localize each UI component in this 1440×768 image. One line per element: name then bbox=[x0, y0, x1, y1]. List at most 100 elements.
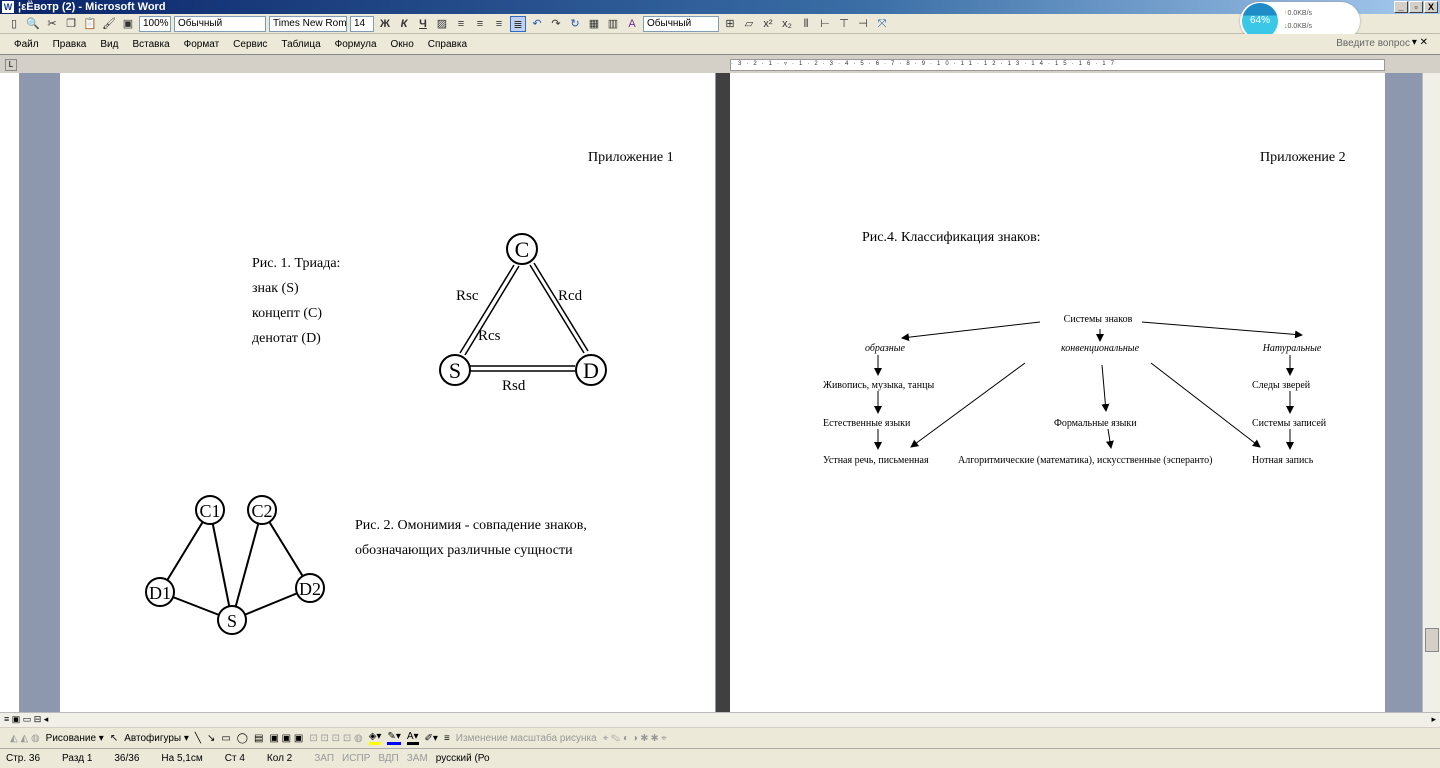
arrow-icon[interactable]: ↘ bbox=[207, 733, 215, 744]
borders-icon[interactable]: ⊞ bbox=[722, 16, 738, 32]
highlight-icon[interactable]: ✐▾ bbox=[425, 733, 438, 744]
node-c2: C2 bbox=[251, 501, 272, 521]
menu-file[interactable]: Файл bbox=[14, 39, 39, 50]
styles-icon[interactable]: A bbox=[624, 16, 640, 32]
classification-tree: Системы знаков образные конвенциональные… bbox=[823, 314, 1327, 466]
clipart-icon[interactable]: ▣ ▣ ▣ bbox=[269, 733, 303, 744]
print-preview-icon[interactable]: 🔍 bbox=[25, 16, 41, 32]
paste-icon[interactable]: 📋 bbox=[82, 16, 98, 32]
redo-icon[interactable]: ↷ bbox=[548, 16, 564, 32]
drawing-toolbar: ◭ ◭ ◍ Рисование ▾ ↖ Автофигуры ▾ ╲ ↘ ▭ ◯… bbox=[0, 728, 1440, 748]
bold-button[interactable]: Ж bbox=[377, 16, 393, 32]
copy-icon[interactable]: ❐ bbox=[63, 16, 79, 32]
align-left-icon[interactable]: ≡ bbox=[453, 16, 469, 32]
tab-icon[interactable]: ⫴ bbox=[798, 16, 814, 32]
status-rec[interactable]: ЗАП bbox=[314, 753, 334, 764]
filter-icon[interactable]: ⊤ bbox=[836, 16, 852, 32]
close-icon[interactable]: ▾ ✕ bbox=[1412, 37, 1428, 48]
textbox-icon[interactable]: ▤ bbox=[254, 733, 263, 744]
rectangle-icon[interactable]: ▭ bbox=[221, 733, 230, 744]
horizontal-scrollbar[interactable]: ≡ ▣ ▭ ⊟ ◂ ▸ bbox=[0, 712, 1440, 727]
line-color-icon[interactable]: ✎▾ bbox=[387, 731, 401, 745]
format-painter-icon[interactable]: 🖌 bbox=[101, 16, 117, 32]
picture-scale-button[interactable]: Изменение масштаба рисунка bbox=[456, 733, 597, 744]
status-trk[interactable]: ИСПР bbox=[342, 753, 370, 764]
status-line: Ст 4 bbox=[224, 753, 245, 764]
tree-item: Живопись, музыка, танцы bbox=[823, 380, 934, 391]
font-color-icon[interactable]: A▾ bbox=[406, 731, 419, 745]
undo-icon[interactable]: ↶ bbox=[529, 16, 545, 32]
refresh-icon[interactable]: ↻ bbox=[567, 16, 583, 32]
font-select[interactable]: Times New Roman bbox=[269, 15, 347, 32]
scroll-thumb[interactable] bbox=[1425, 628, 1439, 652]
drawing-icon[interactable]: ▣ bbox=[120, 16, 136, 32]
oval-icon[interactable]: ◯ bbox=[237, 733, 248, 744]
window-split-bar[interactable] bbox=[716, 73, 730, 712]
status-ovr[interactable]: ЗАМ bbox=[407, 753, 428, 764]
status-ext[interactable]: ВДП bbox=[378, 753, 398, 764]
menu-edit[interactable]: Правка bbox=[53, 39, 87, 50]
fig1-caption: Рис. 1. Триада: знак (S) концепт (C) денота… bbox=[252, 256, 341, 346]
fit-icon[interactable]: ⤧ bbox=[874, 16, 890, 32]
indent-icon[interactable]: ⊢ bbox=[817, 16, 833, 32]
justify-icon[interactable]: ≣ bbox=[510, 15, 526, 32]
subscript-icon[interactable]: x₂ bbox=[779, 16, 795, 32]
zoom-select[interactable]: 100% bbox=[139, 15, 171, 32]
menu-view[interactable]: Вид bbox=[100, 39, 118, 50]
triad-diagram: C S D Rsc Rcd Rcs Rsd bbox=[439, 233, 607, 394]
picture-tools-icon[interactable]: ⌖ ✎ ◐ ◑ ✱ ✱ ⌖ bbox=[603, 733, 667, 744]
standard-toolbar: ▯ 🔍 ✂ ❐ 📋 🖌 ▣ 100% Обычный Times New Rom… bbox=[0, 14, 1440, 34]
underline-button[interactable]: Ч bbox=[415, 16, 431, 32]
tab-selector[interactable]: L bbox=[5, 59, 17, 71]
page-right[interactable]: Приложение 2 Рис.4. Классификация знаков… bbox=[730, 73, 1385, 712]
autoshapes-menu[interactable]: Автофигуры ▾ bbox=[124, 733, 189, 744]
cut-icon[interactable]: ✂ bbox=[44, 16, 60, 32]
table-icon[interactable]: ▦ bbox=[586, 16, 602, 32]
menu-formula[interactable]: Формула bbox=[335, 39, 377, 50]
columns-icon[interactable]: ▥ bbox=[605, 16, 621, 32]
horizontal-ruler[interactable]: L ·3·2·1·▿·1·2·3·4·5·6·7·8·9·10·11·12·13… bbox=[0, 57, 1440, 73]
insert-picture-icon[interactable]: ▨ bbox=[434, 16, 450, 32]
vertical-scrollbar[interactable] bbox=[1422, 73, 1440, 712]
align-right-icon[interactable]: ≡ bbox=[491, 16, 507, 32]
menu-help[interactable]: Справка bbox=[428, 39, 467, 50]
style-select[interactable]: Обычный bbox=[174, 15, 266, 32]
close-button[interactable]: X bbox=[1424, 1, 1438, 13]
page-left[interactable]: Приложение 1 Рис. 1. Триада: знак (S) конц… bbox=[60, 73, 715, 712]
node-c1: C1 bbox=[199, 501, 220, 521]
drawing-menu[interactable]: Рисование ▾ bbox=[46, 733, 104, 744]
menu-tools[interactable]: Сервис bbox=[233, 39, 267, 50]
rotate-icon[interactable]: ◭ ◭ ◍ bbox=[10, 733, 40, 744]
restore-button[interactable]: ▫ bbox=[1409, 1, 1423, 13]
document-area: Приложение 1 Рис. 1. Триада: знак (S) конц… bbox=[20, 73, 1422, 712]
scroll-right-icon[interactable]: ▸ bbox=[1431, 714, 1436, 725]
select-objects-icon[interactable]: ↖ bbox=[110, 733, 118, 744]
minimize-button[interactable]: _ bbox=[1394, 1, 1408, 13]
style2-select[interactable]: Обычный bbox=[643, 15, 719, 32]
shading-icon[interactable]: ▱ bbox=[741, 16, 757, 32]
superscript-icon[interactable]: x² bbox=[760, 16, 776, 32]
vertical-ruler[interactable] bbox=[0, 73, 20, 713]
align-center-icon[interactable]: ≡ bbox=[472, 16, 488, 32]
italic-button[interactable]: К bbox=[396, 16, 412, 32]
tree-item: Алгоритмические (математика), искусствен… bbox=[958, 455, 1212, 466]
menu-format[interactable]: Формат bbox=[184, 39, 220, 50]
menu-table[interactable]: Таблица bbox=[281, 39, 320, 50]
node-d2: D2 bbox=[299, 579, 321, 599]
branch-natural: Натуральные bbox=[1262, 343, 1322, 354]
new-icon[interactable]: ▯ bbox=[6, 16, 22, 32]
help-search-input[interactable]: Введите вопрос bbox=[1336, 38, 1410, 49]
line-style-icon[interactable]: ≡ bbox=[444, 733, 450, 744]
status-pages: 36/36 bbox=[114, 753, 140, 764]
fill-color-icon[interactable]: ◈▾ bbox=[368, 731, 382, 745]
outdent-icon[interactable]: ⊣ bbox=[855, 16, 871, 32]
status-col: Кол 2 bbox=[266, 753, 293, 764]
status-section: Разд 1 bbox=[62, 753, 93, 764]
menu-window[interactable]: Окно bbox=[391, 39, 414, 50]
view-buttons[interactable]: ≡ ▣ ▭ ⊟ ◂ bbox=[4, 714, 48, 725]
group-icon[interactable]: ⊡ ⊡ ⊡ ⊡ ◍ bbox=[309, 733, 362, 744]
menu-insert[interactable]: Вставка bbox=[132, 39, 169, 50]
rcs-label: Rcs bbox=[478, 328, 501, 344]
line-icon[interactable]: ╲ bbox=[195, 733, 201, 744]
font-size-select[interactable]: 14 bbox=[350, 15, 374, 32]
